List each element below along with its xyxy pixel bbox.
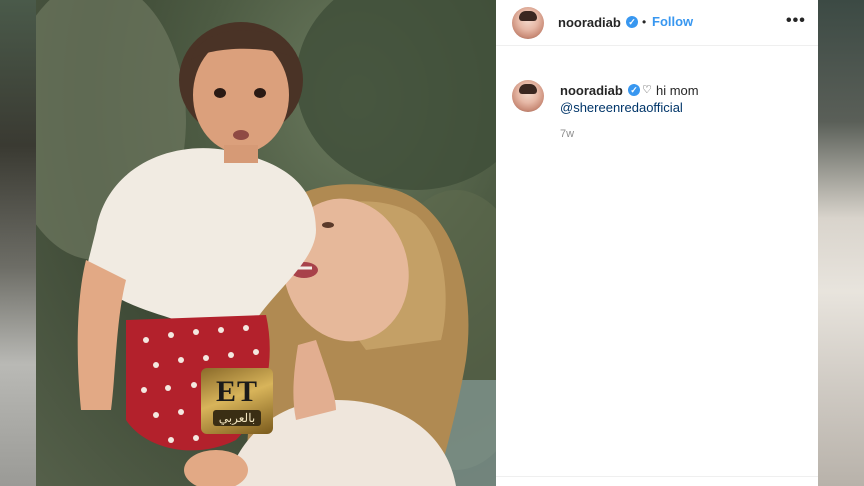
mention-link[interactable]: @shereenredaofficial (560, 100, 683, 115)
post-timestamp[interactable]: 7w (560, 128, 574, 140)
post-header: nooradiab ✓ • Follow ••• (496, 0, 818, 46)
caption-verified-badge-icon: ✓ (628, 84, 640, 96)
caption-avatar[interactable] (512, 80, 544, 112)
post-side-panel: nooradiab ✓ • Follow ••• nooradiab ✓ ♡ h… (496, 0, 818, 486)
et-logo-text: ET (215, 375, 259, 408)
separator-dot: • (642, 15, 647, 29)
post-photo[interactable]: ET بالعربي (36, 0, 496, 486)
avatar[interactable] (512, 7, 544, 39)
follow-button[interactable]: Follow (652, 14, 693, 29)
et-logo-subtext: بالعربي (212, 410, 262, 426)
verified-badge-icon: ✓ (626, 16, 638, 28)
divider (496, 476, 818, 477)
header-username[interactable]: nooradiab (558, 15, 621, 30)
caption-text: hi mom (656, 83, 699, 98)
more-options-icon[interactable]: ••• (786, 12, 806, 30)
background-blur-right (818, 0, 864, 486)
et-watermark-logo: ET بالعربي (201, 368, 273, 434)
background-blur-left (0, 0, 36, 486)
caption-username[interactable]: nooradiab (560, 83, 623, 98)
heart-icon: ♡ (642, 84, 652, 96)
